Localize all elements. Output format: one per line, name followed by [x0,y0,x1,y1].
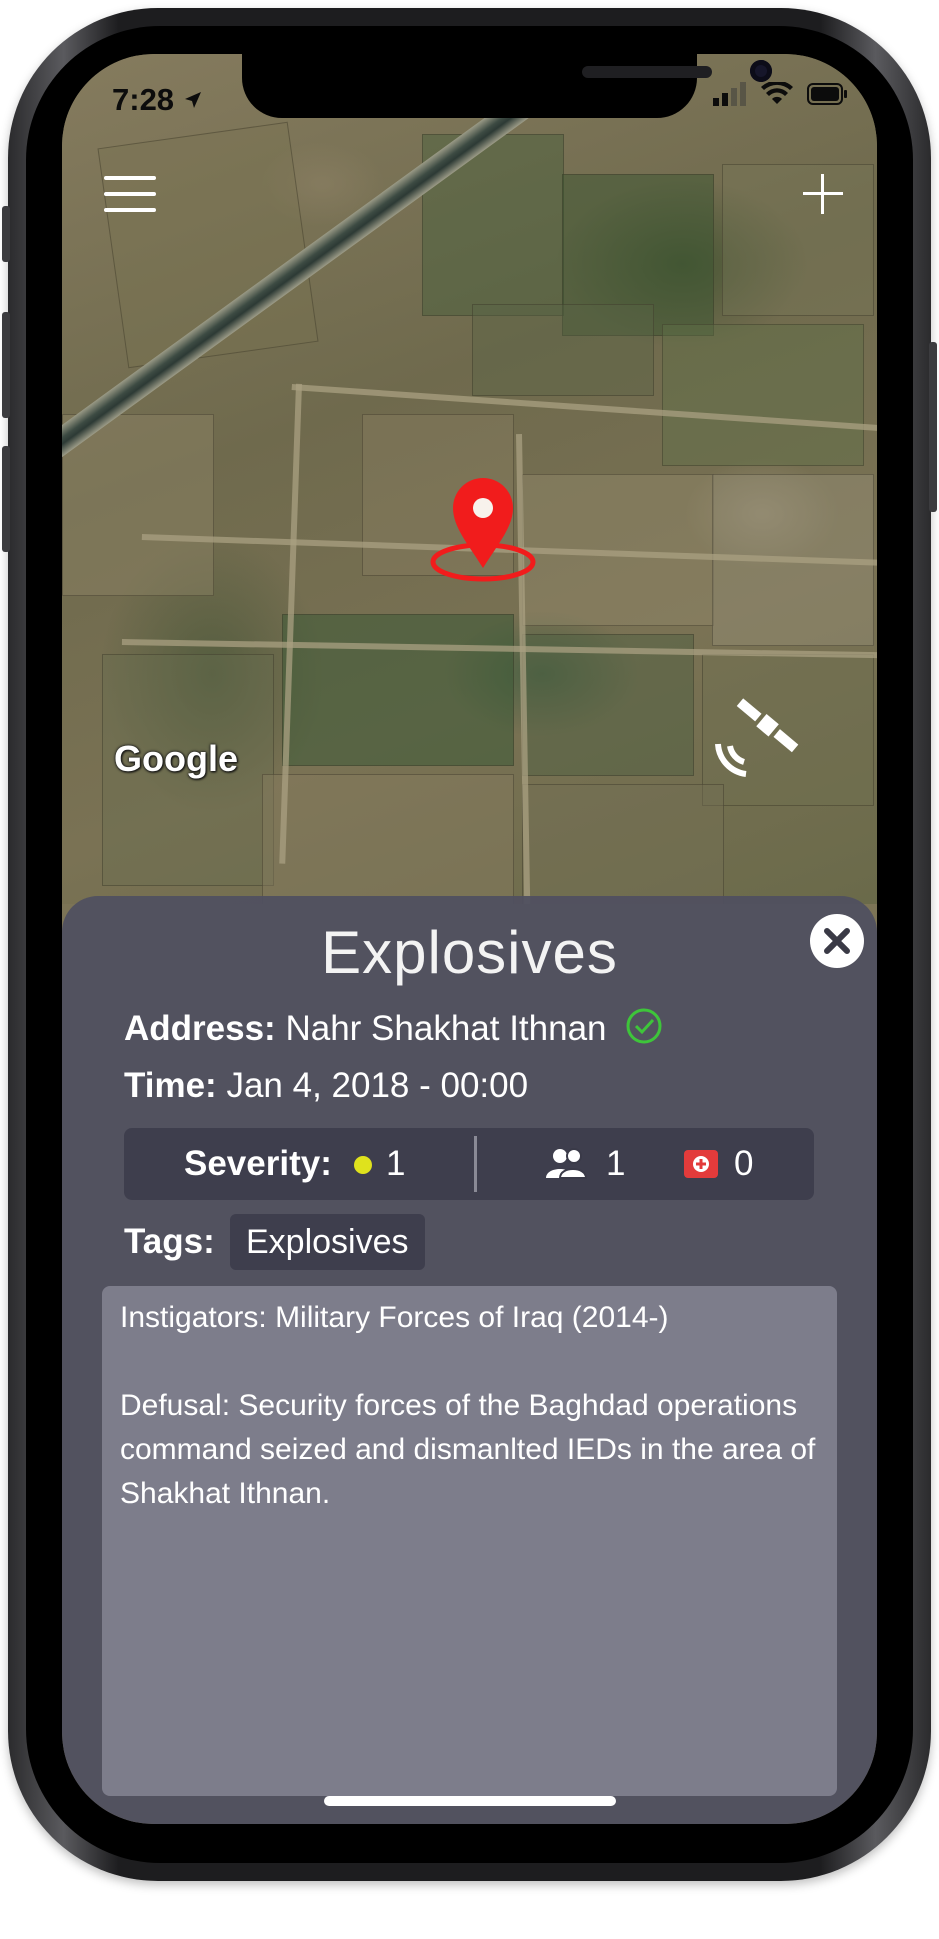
location-pin-icon[interactable] [428,472,538,584]
map-field [472,304,654,396]
volume-down-button [2,446,10,552]
map-field [662,324,864,466]
people-icon [544,1146,588,1185]
silent-switch [2,206,10,262]
menu-button[interactable] [104,172,160,216]
map-field [522,784,724,904]
medical-icon [684,1150,718,1183]
signal-icon [713,82,747,111]
satellite-map[interactable]: 7:28 Google [62,54,877,904]
front-camera [750,60,772,82]
home-indicator[interactable] [324,1796,616,1806]
stats-bar: Severity: 1 1 0 [124,1128,814,1200]
address-row: Address: Nahr Shakhat Ithnan [124,1008,662,1053]
satellite-icon[interactable] [712,688,804,780]
time-value: Jan 4, 2018 - 00:00 [226,1066,529,1105]
severity-dot [354,1156,372,1174]
close-icon [824,928,850,954]
menu-icon-bar [104,192,156,196]
add-incident-button[interactable] [801,172,845,216]
description-instigators: Instigators: Military Forces of Iraq (20… [120,1301,669,1334]
check-circle-icon [626,1008,662,1053]
severity-label: Severity: [184,1144,332,1183]
time-label: Time: [124,1066,217,1105]
map-field [282,614,514,766]
google-logo: Google [114,738,238,779]
address-value: Nahr Shakhat Ithnan [285,1008,607,1048]
battery-icon [807,83,847,110]
earpiece-speaker [582,66,712,78]
map-field [522,634,694,776]
status-icons [713,80,847,111]
address-label: Address: [124,1008,276,1048]
incident-detail-panel: Explosives Address: Nahr Shakhat Ithnan … [62,896,877,1824]
description-spacer [120,1340,819,1384]
close-button[interactable] [810,914,864,968]
tags-label: Tags: [124,1222,215,1261]
map-field [262,774,514,904]
menu-icon-bar [104,176,156,180]
description-box[interactable]: Instigators: Military Forces of Iraq (20… [102,1286,837,1796]
power-button [929,342,937,512]
location-arrow-icon [183,82,203,117]
incident-title: Explosives [321,919,618,986]
map-field [722,164,874,316]
volume-up-button [2,312,10,418]
tag-chip[interactable]: Explosives [230,1214,425,1270]
medical-count: 0 [734,1144,754,1183]
menu-icon-bar [104,208,156,212]
description-defusal: Defusal: Security forces of the Baghdad … [120,1389,816,1510]
screen: 7:28 Google Explosives Address: Nahr Sha… [62,54,877,1824]
notch [242,54,772,118]
map-field [62,414,214,596]
stats-divider [474,1136,477,1192]
people-count: 1 [606,1144,626,1183]
time-row: Time: Jan 4, 2018 - 00:00 [124,1066,528,1106]
status-time: 7:28 [112,82,203,118]
status-time-label: 7:28 [112,82,175,117]
wifi-icon [761,80,793,111]
severity-value: 1 [386,1144,406,1183]
